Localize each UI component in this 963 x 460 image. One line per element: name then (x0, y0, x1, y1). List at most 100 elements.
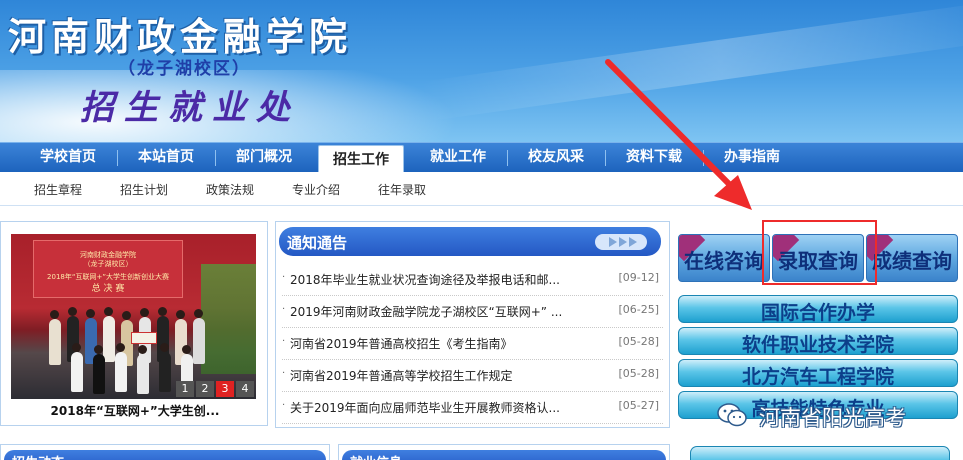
software-college-link[interactable]: 软件职业技术学院 (678, 327, 958, 356)
nav-alumni[interactable]: 校友风采 (510, 143, 602, 173)
person-figure (93, 354, 105, 394)
person-head (182, 345, 191, 354)
person-head (140, 308, 149, 317)
admission-news-title: 招生动态 (12, 452, 64, 460)
slideshow-pager: 1 2 3 4 (174, 381, 254, 397)
score-query-button[interactable]: 成绩查询 (866, 234, 958, 282)
nav-guide[interactable]: 办事指南 (706, 143, 798, 173)
person-head (116, 343, 125, 352)
bullet-icon: · (282, 336, 286, 347)
score-query-label: 成绩查询 (872, 249, 952, 273)
bullet-icon: · (282, 368, 286, 379)
award-certificate (131, 332, 157, 344)
nav-employment[interactable]: 就业工作 (412, 143, 504, 173)
person-figure (115, 352, 127, 392)
pager-page-3[interactable]: 3 (216, 381, 234, 397)
pager-page-1[interactable]: 1 (176, 381, 194, 397)
nav-downloads[interactable]: 资料下载 (608, 143, 700, 173)
subnav-majors[interactable]: 专业介绍 (292, 181, 340, 198)
subnav-charter[interactable]: 招生章程 (34, 181, 82, 198)
person-head (94, 345, 103, 354)
person-head (68, 307, 77, 316)
extra-link-bar[interactable] (690, 446, 950, 460)
person-head (138, 345, 147, 354)
person-head (160, 343, 169, 352)
notice-link[interactable]: 关于2019年面向应届师范毕业生开展教师资格认... (290, 399, 560, 416)
person-head (86, 309, 95, 318)
nav-separator (605, 150, 606, 166)
nav-department[interactable]: 部门概况 (218, 143, 310, 173)
person-figure (103, 316, 115, 362)
slideshow-box: 河南财政金融学院 （龙子湖校区） 2018年“互联网+”大学生创新创业大赛 总 … (0, 221, 268, 426)
intl-program-link[interactable]: 国际合作办学 (678, 295, 958, 324)
employment-news-title: 就业信息 (350, 452, 402, 460)
plant-decoration (201, 264, 256, 374)
sub-nav: 招生章程 招生计划 政策法规 专业介绍 往年录取 (0, 172, 963, 206)
admission-news-header: 招生动态 (4, 450, 326, 460)
online-consult-label: 在线咨询 (684, 249, 764, 273)
arrow-icon (609, 237, 617, 247)
pager-page-2[interactable]: 2 (196, 381, 214, 397)
person-figure (71, 352, 83, 392)
page-root: 河南财政金融学院 （龙子湖校区） 招生就业处 学校首页 本站首页 部门概况 招生… (0, 0, 963, 460)
admission-news-box: 招生动态 (0, 444, 330, 460)
campus-label: （龙子湖校区） (118, 59, 251, 79)
list-item[interactable]: · 2018年毕业生就业状况查询途径及举报电话和邮... [09-12] (282, 264, 663, 296)
person-head (72, 343, 81, 352)
nav-admissions[interactable]: 招生工作 (318, 145, 404, 175)
notice-list: · 2018年毕业生就业状况查询途径及举报电话和邮... [09-12] · 2… (276, 264, 669, 424)
slideshow-image[interactable]: 河南财政金融学院 （龙子湖校区） 2018年“互联网+”大学生创新创业大赛 总 … (11, 234, 256, 399)
office-title: 招生就业处 (80, 88, 300, 128)
notice-date: [05-28] (618, 367, 659, 380)
notice-link[interactable]: 河南省2019年普通高校招生《考生指南》 (290, 335, 513, 352)
notice-link[interactable]: 2019年河南财政金融学院龙子湖校区“互联网+” ... (290, 303, 562, 320)
person-head (158, 307, 167, 316)
nav-separator (117, 150, 118, 166)
notice-panel: 通知通告 · 2018年毕业生就业状况查询途径及举报电话和邮... [09-12… (275, 221, 670, 428)
header-banner: 河南财政金融学院 （龙子湖校区） 招生就业处 (0, 0, 963, 142)
more-arrows-icon[interactable] (595, 234, 647, 250)
bullet-icon: · (282, 400, 286, 411)
nav-separator (507, 150, 508, 166)
nav-site-home[interactable]: 本站首页 (120, 143, 212, 173)
person-head (194, 309, 203, 318)
notice-title: 通知通告 (287, 234, 348, 252)
notice-header: 通知通告 (279, 227, 661, 256)
list-item[interactable]: · 河南省2019年普通高等学校招生工作规定 [05-28] (282, 360, 663, 392)
person-figure (137, 354, 149, 394)
person-head (122, 311, 131, 320)
list-item[interactable]: · 关于2019年面向应届师范毕业生开展教师资格认... [05-27] (282, 392, 663, 424)
person-head (104, 307, 113, 316)
online-consult-button[interactable]: 在线咨询 (678, 234, 770, 282)
intl-program-label: 国际合作办学 (760, 302, 875, 324)
nav-separator (703, 150, 704, 166)
banner-streak (420, 0, 963, 122)
list-item[interactable]: · 河南省2019年普通高校招生《考生指南》 [05-28] (282, 328, 663, 360)
notice-date: [05-27] (618, 399, 659, 412)
nav-separator (215, 150, 216, 166)
notice-date: [06-25] (618, 303, 659, 316)
bullet-icon: · (282, 304, 286, 315)
auto-college-link[interactable]: 北方汽车工程学院 (678, 359, 958, 388)
list-item[interactable]: · 2019年河南财政金融学院龙子湖校区“互联网+” ... [06-25] (282, 296, 663, 328)
person-figure (159, 352, 171, 392)
notice-link[interactable]: 河南省2019年普通高等学校招生工作规定 (290, 367, 513, 384)
subnav-past-admissions[interactable]: 往年录取 (378, 181, 426, 198)
notice-date: [05-28] (618, 335, 659, 348)
notice-date: [09-12] (618, 271, 659, 284)
notice-link[interactable]: 2018年毕业生就业状况查询途径及举报电话和邮... (290, 271, 560, 288)
employment-news-header: 就业信息 (342, 450, 666, 460)
bullet-icon: · (282, 272, 286, 283)
subnav-policy[interactable]: 政策法规 (206, 181, 254, 198)
person-figure (49, 319, 61, 365)
subnav-plan[interactable]: 招生计划 (120, 181, 168, 198)
nav-school-home[interactable]: 学校首页 (22, 143, 114, 173)
highlight-box (762, 220, 877, 285)
watermark-text: 河南省阳光高考 (759, 406, 906, 430)
auto-college-label: 北方汽车工程学院 (741, 366, 894, 388)
slideshow-caption[interactable]: 2018年“互联网+”大学生创... (1, 402, 269, 419)
pager-page-4[interactable]: 4 (236, 381, 254, 397)
arrow-icon (629, 237, 637, 247)
employment-news-box: 就业信息 (338, 444, 670, 460)
person-figure (193, 318, 205, 364)
